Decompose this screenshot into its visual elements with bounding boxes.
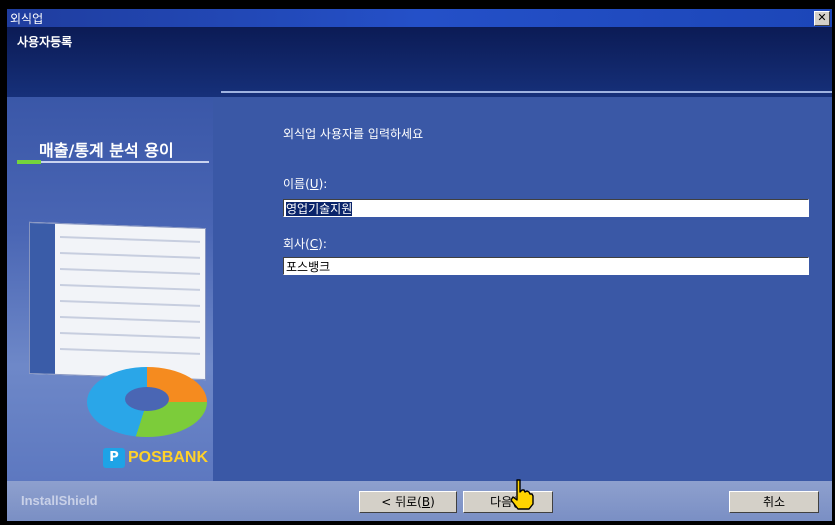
- header: 사용자등록: [7, 27, 832, 97]
- name-label-end: ):: [318, 177, 328, 191]
- promo-accent: [17, 160, 41, 164]
- installshield-brand: InstallShield: [21, 493, 98, 508]
- donut-hole: [125, 387, 169, 411]
- company-label-end: ):: [318, 237, 327, 251]
- close-icon: ✕: [817, 11, 827, 24]
- screenshot-row: [60, 251, 200, 259]
- name-label: 이름(U):: [283, 175, 327, 192]
- name-label-text: 이름(: [283, 177, 310, 191]
- promo-underline: [31, 161, 209, 163]
- posbank-logo-text: POSBANK: [128, 449, 209, 466]
- app-screenshot-image: [29, 221, 206, 381]
- screenshot-sidebar: [30, 222, 55, 374]
- back-button[interactable]: < 뒤로(B): [359, 491, 457, 513]
- back-hotkey: B: [421, 495, 431, 509]
- footer-bar: InstallShield < 뒤로(B) 다음(N 취소: [7, 481, 832, 521]
- screenshot-row: [60, 283, 200, 291]
- screenshot-row: [60, 235, 200, 243]
- promo-text: 매출/통계 분석 용이: [39, 141, 174, 160]
- name-input[interactable]: 영업기술지원: [283, 199, 809, 217]
- installer-window: 외식업 ✕ 사용자등록 매출/통계 분석 용이 P POSBANK 외식업 사용: [6, 8, 833, 522]
- screenshot-row: [60, 299, 200, 307]
- back-suffix: ): [430, 495, 435, 509]
- screenshot-row: [60, 347, 200, 355]
- screenshot-row: [60, 331, 200, 339]
- hand-cursor-icon: [510, 479, 534, 510]
- screenshot-row: [60, 315, 200, 323]
- left-banner: 매출/통계 분석 용이 P POSBANK: [7, 97, 213, 481]
- page-title: 사용자등록: [17, 35, 73, 49]
- header-divider: [221, 91, 832, 93]
- back-label: < 뒤로(: [381, 495, 422, 509]
- form-panel: 외식업 사용자를 입력하세요 이름(U): 영업기술지원 회사(C): 포스뱅크: [213, 97, 832, 481]
- company-label-hotkey: C: [309, 237, 319, 251]
- company-input[interactable]: 포스뱅크: [283, 257, 809, 275]
- name-label-hotkey: U: [309, 177, 319, 191]
- close-button[interactable]: ✕: [814, 11, 830, 26]
- company-input-value: 포스뱅크: [286, 260, 331, 274]
- posbank-logo-icon: P: [103, 448, 125, 468]
- posbank-logo: P POSBANK: [103, 447, 208, 469]
- cancel-label: 취소: [762, 495, 786, 509]
- cancel-button[interactable]: 취소: [729, 491, 819, 513]
- name-input-value: 영업기술지원: [286, 202, 353, 216]
- screenshot-row: [60, 267, 200, 275]
- company-label: 회사(C):: [283, 235, 327, 252]
- instruction-text: 외식업 사용자를 입력하세요: [283, 127, 424, 141]
- title-bar: 외식업 ✕: [7, 9, 832, 27]
- company-label-text: 회사(: [283, 237, 310, 251]
- window-title: 외식업: [10, 12, 44, 26]
